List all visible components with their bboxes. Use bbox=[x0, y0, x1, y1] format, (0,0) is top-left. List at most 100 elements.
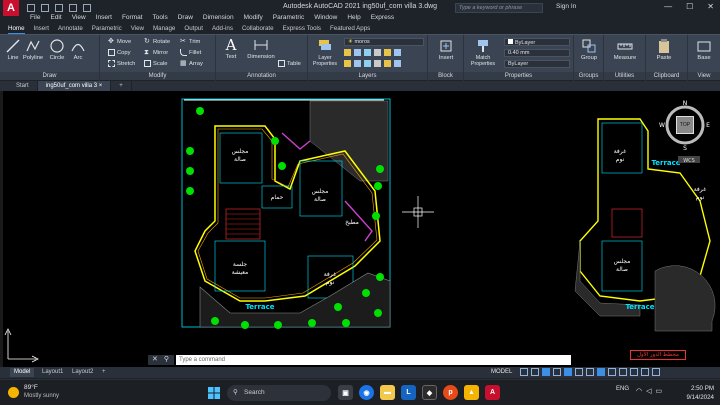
arc-button[interactable]: Arc bbox=[70, 38, 86, 61]
tab-express-tools[interactable]: Express Tools bbox=[283, 24, 321, 34]
view-panel-title[interactable]: View bbox=[688, 72, 720, 80]
tab-home[interactable]: Home bbox=[8, 24, 25, 34]
weather-temperature[interactable]: 89°F bbox=[24, 384, 38, 391]
groups-panel-title[interactable]: Groups bbox=[574, 72, 603, 80]
draw-panel-title[interactable]: Draw bbox=[0, 72, 99, 80]
layer-dropdown[interactable]: ☀ moros bbox=[344, 38, 424, 46]
menu-modify[interactable]: Modify bbox=[244, 14, 263, 24]
menu-view[interactable]: View bbox=[72, 14, 86, 24]
properties-panel-title[interactable]: Properties bbox=[464, 72, 573, 80]
snap-icon[interactable] bbox=[531, 368, 539, 376]
minimize-button[interactable]: — bbox=[664, 2, 672, 11]
menu-express[interactable]: Express bbox=[371, 14, 394, 24]
match-properties-button[interactable]: Match Properties bbox=[468, 38, 498, 67]
menu-help[interactable]: Help bbox=[347, 14, 360, 24]
menu-parametric[interactable]: Parametric bbox=[273, 14, 304, 24]
menu-tools[interactable]: Tools bbox=[153, 14, 168, 24]
windows-start-icon[interactable] bbox=[208, 387, 220, 399]
battery-icon[interactable]: ▭ bbox=[656, 387, 663, 395]
isolate-icon[interactable] bbox=[619, 368, 627, 376]
file-explorer-icon[interactable]: ▬ bbox=[380, 385, 395, 400]
fullscreen-icon[interactable] bbox=[641, 368, 649, 376]
insert-block-button[interactable]: Insert bbox=[434, 38, 458, 61]
viewcube-top-face[interactable]: TOP bbox=[676, 116, 694, 134]
chrome-icon[interactable]: ◉ bbox=[359, 385, 374, 400]
close-button[interactable]: ✕ bbox=[707, 2, 714, 11]
system-tray-language[interactable]: ENG bbox=[616, 386, 629, 392]
model-space-indicator[interactable]: MODEL bbox=[491, 368, 512, 377]
text-button[interactable]: A Text bbox=[222, 37, 240, 60]
stretch-button[interactable]: Stretch bbox=[108, 60, 135, 67]
layout-tab-1[interactable]: Layout1 bbox=[38, 368, 67, 377]
layer-unlock-icon[interactable] bbox=[374, 60, 381, 67]
move-button[interactable]: ✥ Move bbox=[108, 38, 131, 45]
table-button[interactable]: Table bbox=[278, 60, 301, 67]
menu-edit[interactable]: Edit bbox=[50, 14, 61, 24]
search-input[interactable]: Type a keyword or phrase bbox=[455, 3, 543, 13]
dimension-button[interactable]: Dimension bbox=[246, 37, 276, 60]
drawing-canvas[interactable]: مجلس صالة مجلس صالة جلسة معيشة غرفة نوم … bbox=[0, 91, 720, 367]
mirror-button[interactable]: ⧗ Mirror bbox=[144, 49, 168, 56]
layer-previous-icon[interactable] bbox=[394, 49, 401, 56]
wifi-icon[interactable]: ◠ bbox=[636, 387, 642, 395]
layer-thaw-icon[interactable] bbox=[364, 60, 371, 67]
annotation-scale-icon[interactable] bbox=[597, 368, 605, 376]
menu-dimension[interactable]: Dimension bbox=[203, 14, 234, 24]
lineweight-dropdown[interactable]: 0.40 mm bbox=[504, 49, 570, 57]
tab-view[interactable]: View bbox=[131, 24, 144, 34]
customize-command-icon[interactable]: ⚲ bbox=[164, 355, 169, 365]
base-button[interactable]: Base bbox=[692, 38, 716, 61]
lens-app-icon[interactable]: L bbox=[401, 385, 416, 400]
dark-app-icon[interactable]: ◆ bbox=[422, 385, 437, 400]
layer-match-icon[interactable] bbox=[384, 49, 391, 56]
block-panel-title[interactable]: Block bbox=[428, 72, 463, 80]
layout-tab-2[interactable]: Layout2 bbox=[68, 368, 97, 377]
new-file-icon[interactable] bbox=[27, 4, 35, 12]
lineweight-icon[interactable] bbox=[586, 368, 594, 376]
fillet-button[interactable]: Fillet bbox=[180, 49, 201, 56]
hardware-acceleration-icon[interactable] bbox=[630, 368, 638, 376]
command-input[interactable]: Type a command bbox=[176, 355, 571, 365]
line-button[interactable]: Line bbox=[4, 38, 22, 61]
tab-close-icon[interactable]: × bbox=[99, 83, 103, 89]
menu-draw[interactable]: Draw bbox=[178, 14, 193, 24]
menu-file[interactable]: File bbox=[30, 14, 40, 24]
sign-in-button[interactable]: Sign In bbox=[556, 3, 576, 10]
circle-button[interactable]: Circle bbox=[48, 38, 66, 61]
open-file-icon[interactable] bbox=[41, 4, 49, 12]
layer-on-icon[interactable] bbox=[344, 60, 351, 67]
clock-time[interactable]: 2:50 PM bbox=[682, 385, 714, 392]
layer-off-icon[interactable] bbox=[344, 49, 351, 56]
menu-format[interactable]: Format bbox=[122, 14, 143, 24]
copy-button[interactable]: Copy bbox=[108, 49, 131, 56]
paste-button[interactable]: Paste bbox=[652, 38, 676, 61]
scale-button[interactable]: Scale bbox=[144, 60, 168, 67]
array-button[interactable]: ▦ Array bbox=[180, 60, 203, 67]
ortho-icon[interactable] bbox=[542, 368, 550, 376]
menu-insert[interactable]: Insert bbox=[96, 14, 112, 24]
undo-icon[interactable] bbox=[69, 4, 77, 12]
tab-collaborate[interactable]: Collaborate bbox=[242, 24, 274, 34]
redo-icon[interactable] bbox=[83, 4, 91, 12]
customize-icon[interactable] bbox=[652, 368, 660, 376]
trim-button[interactable]: ✂ Trim bbox=[180, 38, 200, 45]
clipboard-panel-title[interactable]: Clipboard bbox=[646, 72, 687, 80]
layers-panel-title[interactable]: Layers bbox=[308, 72, 427, 80]
layer-isolate-icon[interactable] bbox=[354, 49, 361, 56]
file-tab-start[interactable]: Start bbox=[0, 81, 38, 91]
clock-date[interactable]: 9/14/2024 bbox=[674, 394, 714, 401]
task-view-icon[interactable]: ▣ bbox=[338, 385, 353, 400]
p-app-icon[interactable]: p bbox=[443, 385, 458, 400]
utilities-panel-title[interactable]: Utilities bbox=[604, 72, 645, 80]
save-icon[interactable] bbox=[55, 4, 63, 12]
workspace-icon[interactable] bbox=[608, 368, 616, 376]
measure-button[interactable]: Measure bbox=[610, 38, 640, 61]
file-tab-current[interactable]: ing50uf_com villa 3 × bbox=[37, 81, 112, 91]
grid-icon[interactable] bbox=[520, 368, 528, 376]
tab-annotate[interactable]: Annotate bbox=[58, 24, 83, 34]
otrack-icon[interactable] bbox=[575, 368, 583, 376]
polyline-button[interactable]: Polyline bbox=[22, 38, 44, 61]
menu-window[interactable]: Window bbox=[314, 14, 337, 24]
weather-description[interactable]: Mostly sunny bbox=[24, 393, 59, 399]
maximize-button[interactable]: ☐ bbox=[686, 2, 693, 11]
